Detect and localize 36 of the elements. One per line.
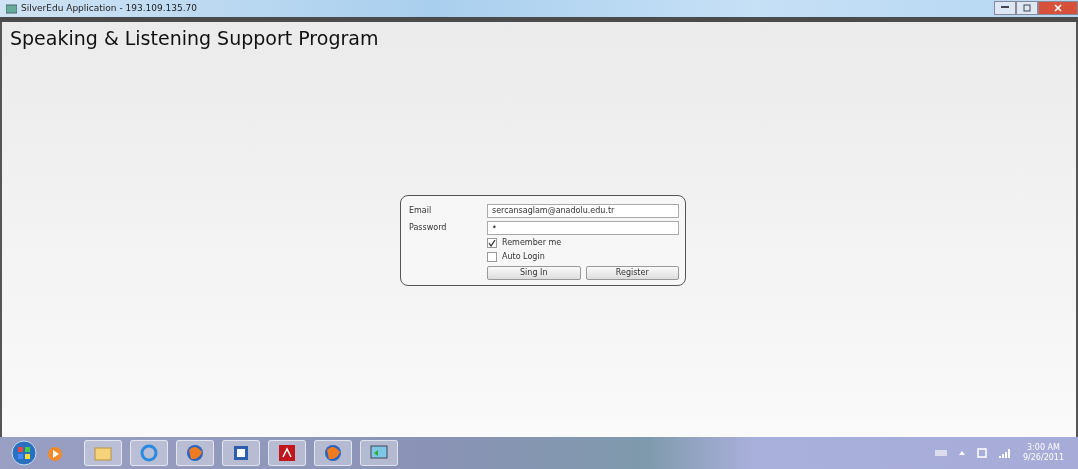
browser-icon [140,444,158,462]
maximize-icon [1023,3,1031,12]
start-button[interactable] [10,440,38,466]
field-label: Password [409,221,448,234]
close-button[interactable] [1038,0,1078,15]
document-icon [232,444,250,462]
email-field[interactable]: sercansaglam@anadolu.edu.tr [487,203,679,218]
register-button[interactable]: Register [585,265,679,280]
taskbar-button[interactable] [176,440,214,466]
taskbar-button[interactable] [268,440,306,466]
globe-icon [324,444,342,462]
checkbox-label: Remember me [502,237,562,249]
keyboard-icon [934,450,947,456]
app-title: Speaking & Listening Support Program [9,26,380,51]
checkbox-label: Auto Login [502,251,545,263]
window-title: SilverEdu Application - 193.109.135.70 [21,1,198,15]
checkbox[interactable] [487,252,497,262]
signal-icon[interactable] [998,448,1011,458]
taskbar-button[interactable] [222,440,260,466]
sign-in-button[interactable]: Sing In [487,265,581,280]
password-field[interactable]: • [487,220,679,235]
close-icon [1054,3,1062,12]
app-icon [6,3,17,14]
checkbox[interactable] [487,238,497,248]
globe-icon [186,444,204,462]
field-label: Email [409,204,433,217]
minimize-button[interactable] [994,0,1016,15]
caret-icon[interactable] [958,451,965,455]
media-player-icon [46,444,64,463]
monitor-icon [370,444,388,462]
taskbar-button[interactable] [360,440,398,466]
taskbar-button[interactable] [130,440,168,466]
folder-icon [94,444,112,462]
taskbar-button[interactable] [314,440,352,466]
minimize-icon [1001,6,1009,9]
pdf-icon [278,444,296,462]
